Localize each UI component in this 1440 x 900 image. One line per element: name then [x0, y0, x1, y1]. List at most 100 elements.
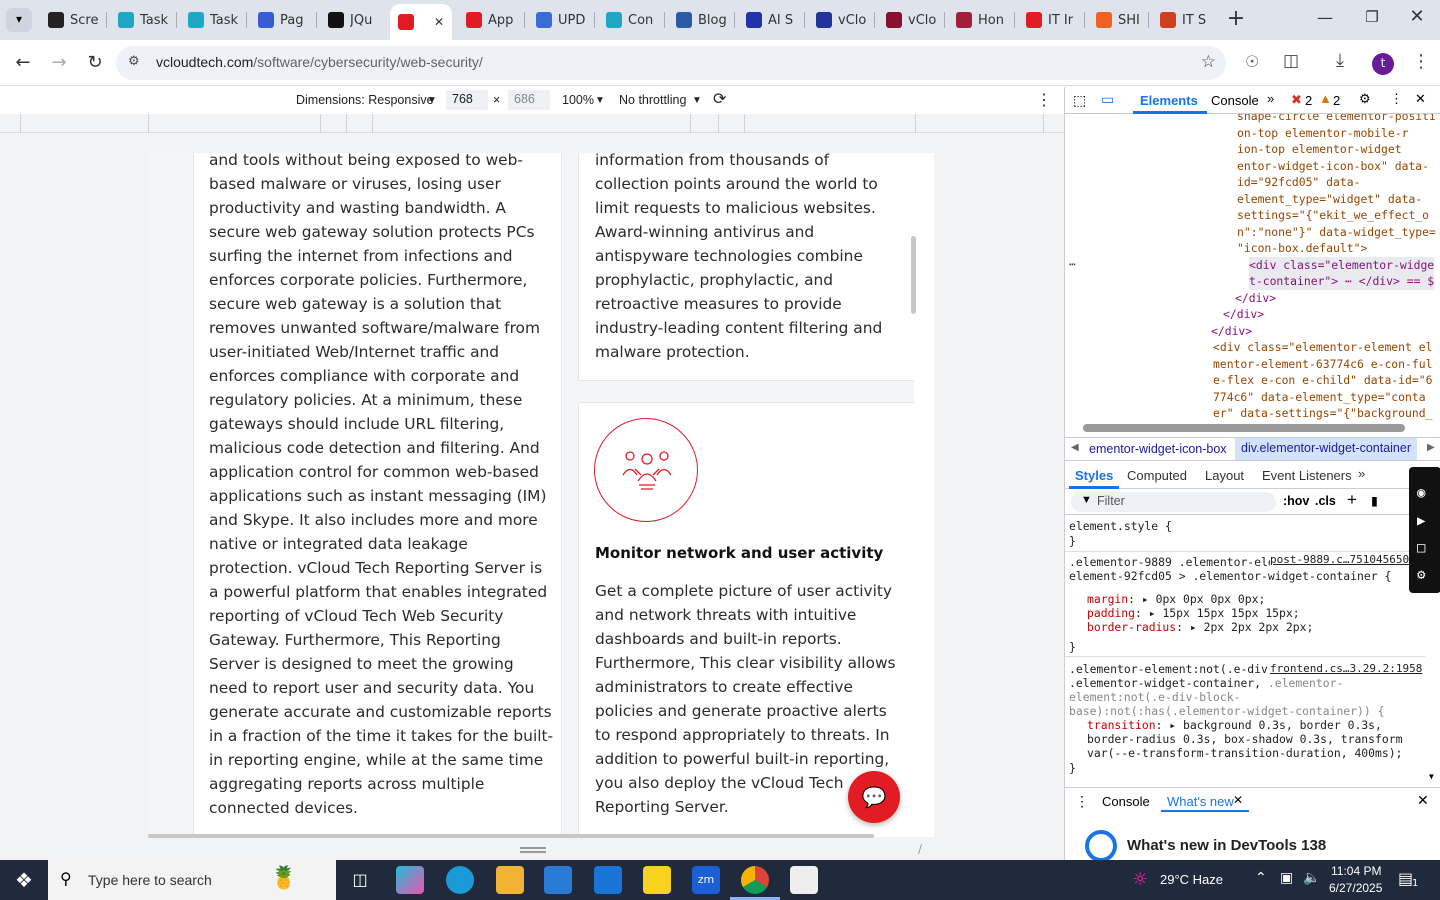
inspect-element-icon[interactable]: ⬚ [1073, 92, 1086, 109]
dom-node-line[interactable]: on-top elementor-mobile-r [1237, 125, 1408, 142]
browser-tab[interactable]: Task [110, 6, 176, 34]
viewport-corner-handle[interactable]: ∕ [918, 842, 932, 856]
dom-node-line[interactable]: t-container"> ⋯ </div> == $ [1249, 273, 1435, 290]
viewport-bottom-handle[interactable] [520, 847, 546, 853]
start-button[interactable]: ❖ [0, 860, 48, 900]
minimize-button[interactable]: — [1310, 8, 1340, 32]
zoom-select[interactable]: 100% [562, 93, 594, 107]
tab-computed[interactable]: Computed [1127, 468, 1187, 483]
filter-input[interactable]: ▼ Filter [1071, 492, 1276, 512]
chrome-icon[interactable] [741, 866, 769, 894]
restore-button[interactable]: ❐ [1357, 8, 1387, 32]
browser-tab[interactable]: IT Ir [1018, 6, 1084, 34]
tab-event-listeners[interactable]: Event Listeners [1262, 468, 1352, 483]
sticky-notes-icon[interactable] [643, 866, 671, 894]
camera-icon[interactable]: ◉ [1417, 485, 1425, 501]
height-input[interactable]: 686 [508, 90, 550, 110]
more-options-icon[interactable]: ⋮ [1036, 90, 1052, 110]
dom-node-line[interactable]: entor-widget-icon-box" data- [1237, 158, 1429, 175]
browser-tab[interactable]: AI S [738, 6, 804, 34]
browser-tab[interactable]: vClo [878, 6, 944, 34]
dom-tree[interactable]: shape-circle elementor-positi on-top elem… [1065, 114, 1440, 420]
breadcrumb-item[interactable]: ementor-widget-icon-box [1089, 442, 1227, 456]
dom-node-line[interactable]: </div> [1235, 290, 1276, 307]
browser-tab[interactable]: Task [180, 6, 246, 34]
clock-time[interactable]: 11:04 PM [1331, 864, 1381, 878]
breadcrumb-left-icon[interactable]: ◀ [1071, 442, 1079, 453]
network-icon[interactable]: ▣ [1280, 870, 1293, 886]
browser-tab[interactable]: IT S [1152, 6, 1218, 34]
mail-icon[interactable] [594, 866, 622, 894]
browser-menu-icon[interactable]: ⋮ [1412, 51, 1430, 72]
browser-tab[interactable]: Pag [250, 6, 316, 34]
tab-elements[interactable]: Elements [1140, 93, 1198, 108]
browser-tab[interactable]: vClo [808, 6, 874, 34]
dom-node-line[interactable]: er" data-settings="{"background_ [1213, 405, 1432, 420]
profile-avatar[interactable]: t [1372, 53, 1394, 75]
edge-icon[interactable] [446, 866, 474, 894]
close-drawer-icon[interactable]: ✕ [1417, 792, 1429, 809]
horizontal-scrollbar[interactable] [148, 834, 874, 838]
rule-source-link[interactable]: post-9889.c…751045650 [1270, 552, 1410, 569]
browser-tab[interactable]: Con [598, 6, 664, 34]
dom-node-line[interactable]: n":"none"}" data-widget_type= [1237, 224, 1436, 241]
warning-count[interactable]: 2 [1333, 93, 1340, 108]
dom-node-line[interactable]: shape-circle elementor-positi [1237, 114, 1436, 125]
weather-text[interactable]: 29°C Haze [1160, 872, 1223, 887]
page-scrollbar-thumb[interactable] [911, 236, 916, 314]
gear-icon[interactable]: ⚙ [1417, 567, 1425, 583]
tab-search-button[interactable]: ▾ [6, 8, 32, 32]
dom-node-line[interactable]: "icon-box.default"> [1237, 240, 1367, 257]
styles-pane[interactable]: element.style { } .elementor-9889 .eleme… [1065, 515, 1425, 779]
task-view-icon[interactable]: ◫ [346, 866, 374, 894]
tab-active[interactable]: ✕ [390, 4, 452, 40]
volume-icon[interactable]: 🔈 [1303, 870, 1320, 886]
dom-node-line[interactable]: </div> [1211, 323, 1252, 340]
new-tab-button[interactable]: + [1222, 6, 1250, 34]
tab-styles[interactable]: Styles [1075, 468, 1113, 483]
node-actions-icon[interactable]: ⋯ [1069, 256, 1076, 273]
dom-node-line[interactable]: e-flex e-con e-child" data-id="6 [1213, 372, 1432, 389]
back-button[interactable]: ← [8, 48, 38, 78]
more-tabs-icon[interactable]: » [1267, 91, 1274, 106]
video-icon[interactable]: ▶ [1417, 513, 1425, 529]
more-tabs-icon[interactable]: » [1358, 466, 1365, 481]
throttling-select[interactable]: No throttling [619, 93, 686, 107]
rule-source-link[interactable]: frontend.cs…3.29.2:1958 [1270, 661, 1423, 678]
bookmark-star-icon[interactable]: ☆ [1201, 52, 1216, 72]
browser-tab[interactable]: JQu [320, 6, 386, 34]
device-toggle-icon[interactable]: ▭ [1101, 91, 1114, 108]
dom-node-line[interactable]: ion-top elementor-widget [1237, 141, 1402, 158]
forward-button[interactable]: → [44, 48, 74, 78]
dom-node-line[interactable]: settings="{"ekit_we_effect_o [1237, 207, 1429, 224]
dom-node-line[interactable]: </div> [1223, 306, 1264, 323]
browser-tab[interactable]: UPD [528, 6, 594, 34]
extensions-icon[interactable]: ◫ [1283, 51, 1299, 71]
download-icon[interactable]: ⤓ [1336, 50, 1344, 71]
browser-tab[interactable]: Blog [668, 6, 734, 34]
taskbar-search-box[interactable]: ⚲ Type here to search 🍍 [48, 860, 336, 900]
breadcrumb-right-icon[interactable]: ▶ [1427, 442, 1435, 453]
rotate-icon[interactable]: ⟳ [713, 89, 726, 109]
new-rule-icon[interactable]: + [1347, 490, 1357, 510]
settings-gear-icon[interactable]: ⚙ [1359, 91, 1371, 107]
window-icon[interactable]: □ [1417, 540, 1425, 556]
chat-button[interactable]: 💬 [848, 771, 900, 823]
copilot-icon[interactable] [396, 866, 424, 894]
hov-toggle[interactable]: :hov [1283, 494, 1309, 508]
css-property[interactable]: border-radius: ▸ 2px 2px 2px 2px; [1087, 619, 1313, 636]
paint-icon[interactable]: ▮ [1371, 493, 1378, 508]
drawer-menu-icon[interactable]: ⋮ [1075, 793, 1089, 810]
drawer-tab-whats-new[interactable]: What's new [1167, 794, 1234, 809]
reload-button[interactable]: ↻ [80, 48, 110, 78]
store-icon[interactable] [544, 866, 572, 894]
site-info-icon[interactable]: ⚙ [128, 54, 140, 69]
cls-toggle[interactable]: .cls [1315, 494, 1336, 508]
tab-layout[interactable]: Layout [1205, 468, 1244, 483]
dimensions-select[interactable]: Dimensions: Responsive [296, 93, 434, 107]
dom-node-line[interactable]: id="92fcd05" data- [1237, 174, 1360, 191]
url-bar[interactable]: ⚙ vcloudtech.com/software/cybersecurity/… [116, 46, 1226, 80]
close-tab-icon[interactable]: ✕ [1233, 793, 1243, 807]
dom-node-line[interactable]: <div class="elementor-widge [1249, 256, 1435, 273]
kebab-menu-icon[interactable]: ⋮ [1390, 91, 1403, 107]
